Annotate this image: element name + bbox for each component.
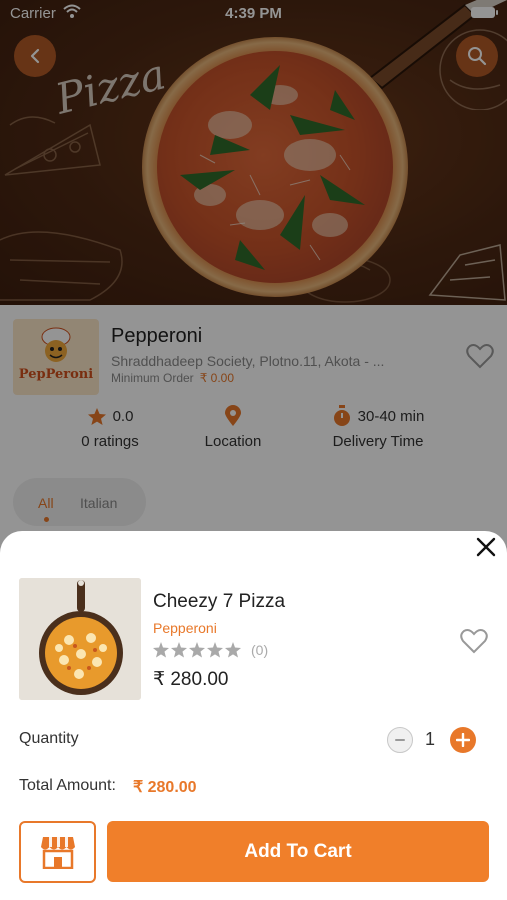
add-to-cart-sheet: Cheezy 7 Pizza Pepperoni (0) ₹ 280.00 Qu… (0, 531, 507, 900)
quantity-value: 1 (425, 729, 436, 749)
rating-stars-icon (153, 642, 241, 658)
storefront-icon (40, 837, 75, 869)
store-button[interactable] (19, 821, 96, 883)
product-restaurant[interactable]: Pepperoni (153, 620, 217, 636)
product-price: ₹ 280.00 (153, 669, 229, 690)
minus-icon (395, 739, 405, 741)
rating-count: (0) (251, 642, 269, 658)
close-icon[interactable] (474, 535, 498, 559)
product-rating: (0) (153, 642, 268, 658)
favorite-product-button[interactable] (460, 628, 488, 654)
add-to-cart-button[interactable]: Add To Cart (107, 821, 489, 882)
quantity-label: Quantity (19, 730, 79, 747)
quantity-increase-button[interactable] (450, 727, 476, 753)
product-image (19, 578, 141, 700)
total-amount-label: Total Amount: (19, 777, 116, 794)
total-amount-value: ₹ 280.00 (133, 779, 197, 796)
quantity-decrease-button[interactable] (387, 727, 413, 753)
product-name: Cheezy 7 Pizza (153, 591, 286, 612)
pizza-product-photo (19, 578, 141, 700)
plus-icon (456, 733, 470, 747)
